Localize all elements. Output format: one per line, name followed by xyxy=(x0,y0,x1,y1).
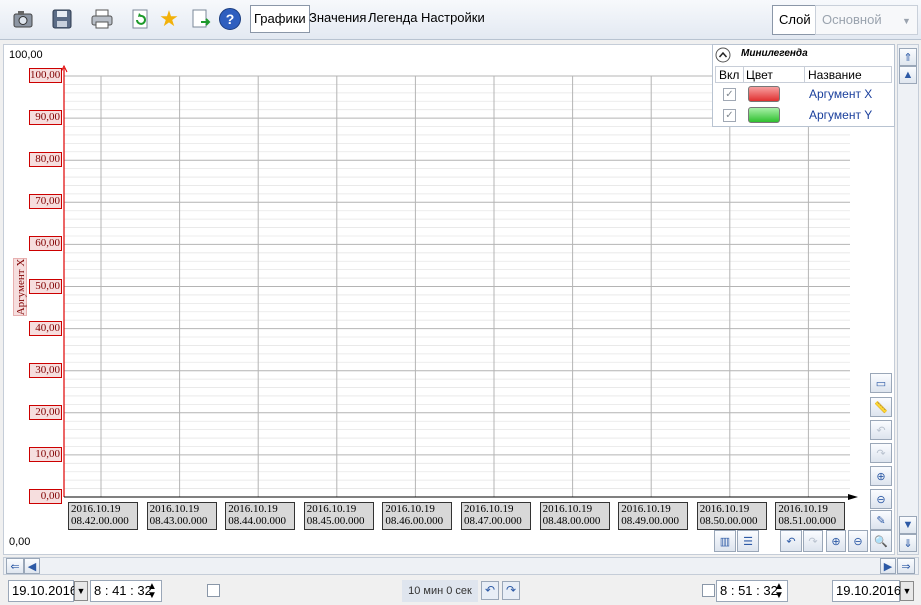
x-tick-label: 2016.10.19 08.43.00.000 xyxy=(146,502,217,530)
legend-series-name: Аргумент Y xyxy=(809,108,873,122)
x-tick-label: 2016.10.19 08.50.00.000 xyxy=(696,502,767,530)
scroll-top-icon[interactable]: ⇑ xyxy=(899,48,917,66)
collapse-icon[interactable] xyxy=(715,47,731,63)
y-tick-label: 10,00 xyxy=(29,446,62,462)
x-tick-label: 2016.10.19 08.51.00.000 xyxy=(775,502,846,530)
mini-legend-title: Минилегенда xyxy=(741,48,808,59)
col-color-header: Цвет xyxy=(746,68,773,82)
x-axis-arrow xyxy=(848,494,858,500)
y-tick-label: 40,00 xyxy=(29,320,62,336)
interval-forward-icon[interactable]: ↷ xyxy=(502,581,520,600)
legend-row[interactable]: ✓ Аргумент X xyxy=(713,84,894,105)
start-date-field[interactable]: 19.10.2016 xyxy=(8,580,77,602)
y-tick-label: 80,00 xyxy=(29,152,62,168)
horizontal-scrollbar[interactable]: ⇐ ◀ ▶ ⇒ xyxy=(3,557,919,575)
scroll-bottom-icon[interactable]: ⇓ xyxy=(899,534,917,552)
select-area-icon[interactable]: ▭ xyxy=(870,373,892,393)
y-bottom-label: 0,00 xyxy=(9,536,31,548)
scroll-last-icon[interactable]: ⇒ xyxy=(897,558,915,574)
scroll-right-icon[interactable]: ▶ xyxy=(880,558,896,574)
end-date-dropdown-icon[interactable]: ▼ xyxy=(900,581,914,601)
scroll-up-icon[interactable]: ▲ xyxy=(899,66,917,84)
y-top-label: 100,00 xyxy=(9,49,43,61)
undo-zoom-icon[interactable]: ↶ xyxy=(870,420,892,440)
interval-label: 10 мин 0 сек xyxy=(402,580,478,602)
end-date-field[interactable]: 19.10.2016 xyxy=(832,580,901,602)
magnifier-icon[interactable]: 🔍 xyxy=(870,530,892,552)
legend-color-swatch xyxy=(748,107,780,123)
x-tick-label: 2016.10.19 08.49.00.000 xyxy=(618,502,689,530)
y-tick-label: 100,00 xyxy=(29,68,62,83)
legend-checkbox[interactable]: ✓ xyxy=(723,109,736,122)
y-tick-label: 30,00 xyxy=(29,362,62,378)
y-tick-label: 60,00 xyxy=(29,236,62,252)
y-tick-label: 20,00 xyxy=(29,404,62,420)
interval-back-icon[interactable]: ↶ xyxy=(481,581,499,600)
mini-legend-header: Вкл Цвет Название xyxy=(715,66,892,83)
mini-legend: Минилегенда Вкл Цвет Название ✓ Аргумент… xyxy=(712,44,895,127)
start-time-spinner-icon[interactable]: ▲ ▼ xyxy=(147,582,157,601)
x-tick-label: 2016.10.19 08.46.00.000 xyxy=(382,502,453,530)
legend-series-name: Аргумент X xyxy=(809,87,873,101)
vertical-scrollbar[interactable]: ⇑ ▲ ▼ ⇓ xyxy=(897,44,919,555)
x-tick-label: 2016.10.19 08.42.00.000 xyxy=(68,502,138,530)
edit-icon[interactable]: ✎ xyxy=(870,510,892,530)
col-on-header: Вкл xyxy=(719,68,740,82)
y-tick-label: 0,00 xyxy=(29,489,62,504)
zoom-out-icon[interactable]: ⊖ xyxy=(870,489,892,509)
redo-icon[interactable]: ↷ xyxy=(803,530,823,552)
columns-icon[interactable]: ▥ xyxy=(714,530,736,552)
end-time-spinner-icon[interactable]: ▲ ▼ xyxy=(774,582,784,601)
y-tick-label: 90,00 xyxy=(29,110,62,126)
scroll-first-icon[interactable]: ⇐ xyxy=(6,558,24,574)
zoom-out-small-icon[interactable]: ⊖ xyxy=(848,530,868,552)
x-tick-label: 2016.10.19 08.45.00.000 xyxy=(303,502,374,530)
col-name-header: Название xyxy=(808,68,862,82)
y-axis-title-box: Аргумент X xyxy=(13,258,27,316)
start-date-dropdown-icon[interactable]: ▼ xyxy=(74,581,88,601)
zoom-in-small-icon[interactable]: ⊕ xyxy=(826,530,846,552)
scroll-down-icon[interactable]: ▼ xyxy=(899,516,917,534)
y-tick-label: 70,00 xyxy=(29,194,62,210)
ruler-icon[interactable]: 📏 xyxy=(870,397,892,417)
zoom-in-icon[interactable]: ⊕ xyxy=(870,466,892,486)
x-tick-label: 2016.10.19 08.44.00.000 xyxy=(225,502,296,530)
legend-row[interactable]: ✓ Аргумент Y xyxy=(713,105,894,126)
y-tick-label: 50,00 xyxy=(29,278,62,294)
rows-icon[interactable]: ☰ xyxy=(737,530,759,552)
scroll-left-icon[interactable]: ◀ xyxy=(24,558,40,574)
time-range-bar: 19.10.2016 ▼ 8 : 41 : 32 ▲ ▼ 10 мин 0 сек… xyxy=(0,577,921,605)
start-checkbox[interactable] xyxy=(207,584,220,597)
redo-zoom-icon[interactable]: ↷ xyxy=(870,443,892,463)
end-checkbox[interactable] xyxy=(702,584,715,597)
legend-checkbox[interactable]: ✓ xyxy=(723,88,736,101)
undo-icon[interactable]: ↶ xyxy=(780,530,802,552)
x-tick-label: 2016.10.19 08.48.00.000 xyxy=(539,502,610,530)
x-tick-label: 2016.10.19 08.47.00.000 xyxy=(461,502,531,530)
y-axis-title: Аргумент X xyxy=(15,258,27,316)
legend-color-swatch xyxy=(748,86,780,102)
